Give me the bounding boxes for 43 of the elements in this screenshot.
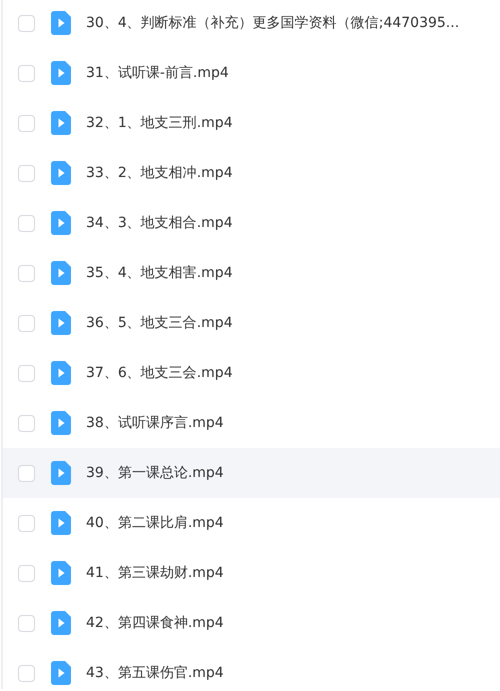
file-name[interactable]: 32、1、地支三刑.mp4 bbox=[86, 114, 233, 132]
checkbox[interactable] bbox=[18, 164, 35, 182]
file-name[interactable]: 38、试听课序言.mp4 bbox=[86, 414, 224, 432]
video-file-icon bbox=[51, 261, 71, 285]
checkbox[interactable] bbox=[18, 514, 35, 532]
video-file-icon bbox=[51, 111, 71, 135]
file-name[interactable]: 40、第二课比肩.mp4 bbox=[86, 514, 224, 532]
video-file-icon bbox=[51, 161, 71, 185]
file-name[interactable]: 39、第一课总论.mp4 bbox=[86, 464, 224, 482]
video-file-icon bbox=[51, 61, 71, 85]
video-file-icon bbox=[51, 211, 71, 235]
checkbox[interactable] bbox=[18, 464, 35, 482]
video-file-icon bbox=[51, 561, 71, 585]
file-name[interactable]: 36、5、地支三合.mp4 bbox=[86, 314, 233, 332]
checkbox[interactable] bbox=[18, 314, 35, 332]
checkbox[interactable] bbox=[18, 614, 35, 632]
file-row[interactable]: 39、第一课总论.mp4 bbox=[3, 448, 500, 498]
video-file-icon bbox=[51, 11, 71, 35]
checkbox[interactable] bbox=[18, 364, 35, 382]
checkbox[interactable] bbox=[18, 564, 35, 582]
file-name[interactable]: 37、6、地支三会.mp4 bbox=[86, 364, 233, 382]
file-name[interactable]: 41、第三课劫财.mp4 bbox=[86, 564, 224, 582]
checkbox[interactable] bbox=[18, 14, 35, 32]
file-name[interactable]: 34、3、地支相合.mp4 bbox=[86, 214, 233, 232]
file-name[interactable]: 31、试听课-前言.mp4 bbox=[86, 64, 229, 82]
checkbox[interactable] bbox=[18, 264, 35, 282]
video-file-icon bbox=[51, 511, 71, 535]
checkbox[interactable] bbox=[18, 664, 35, 682]
video-file-icon bbox=[51, 311, 71, 335]
file-name[interactable]: 43、第五课伤官.mp4 bbox=[86, 664, 224, 682]
checkbox[interactable] bbox=[18, 414, 35, 432]
checkbox[interactable] bbox=[18, 64, 35, 82]
video-file-icon bbox=[51, 411, 71, 435]
video-file-icon bbox=[51, 361, 71, 385]
video-file-icon bbox=[51, 461, 71, 485]
video-file-icon bbox=[51, 611, 71, 635]
checkbox[interactable] bbox=[18, 114, 35, 132]
file-name[interactable]: 42、第四课食神.mp4 bbox=[86, 614, 224, 632]
checkbox[interactable] bbox=[18, 214, 35, 232]
video-file-icon bbox=[51, 661, 71, 685]
file-name[interactable]: 33、2、地支相冲.mp4 bbox=[86, 164, 233, 182]
file-name[interactable]: 30、4、判断标准（补充）更多国学资料（微信;4470395... bbox=[86, 14, 460, 32]
file-name[interactable]: 35、4、地支相害.mp4 bbox=[86, 264, 233, 282]
